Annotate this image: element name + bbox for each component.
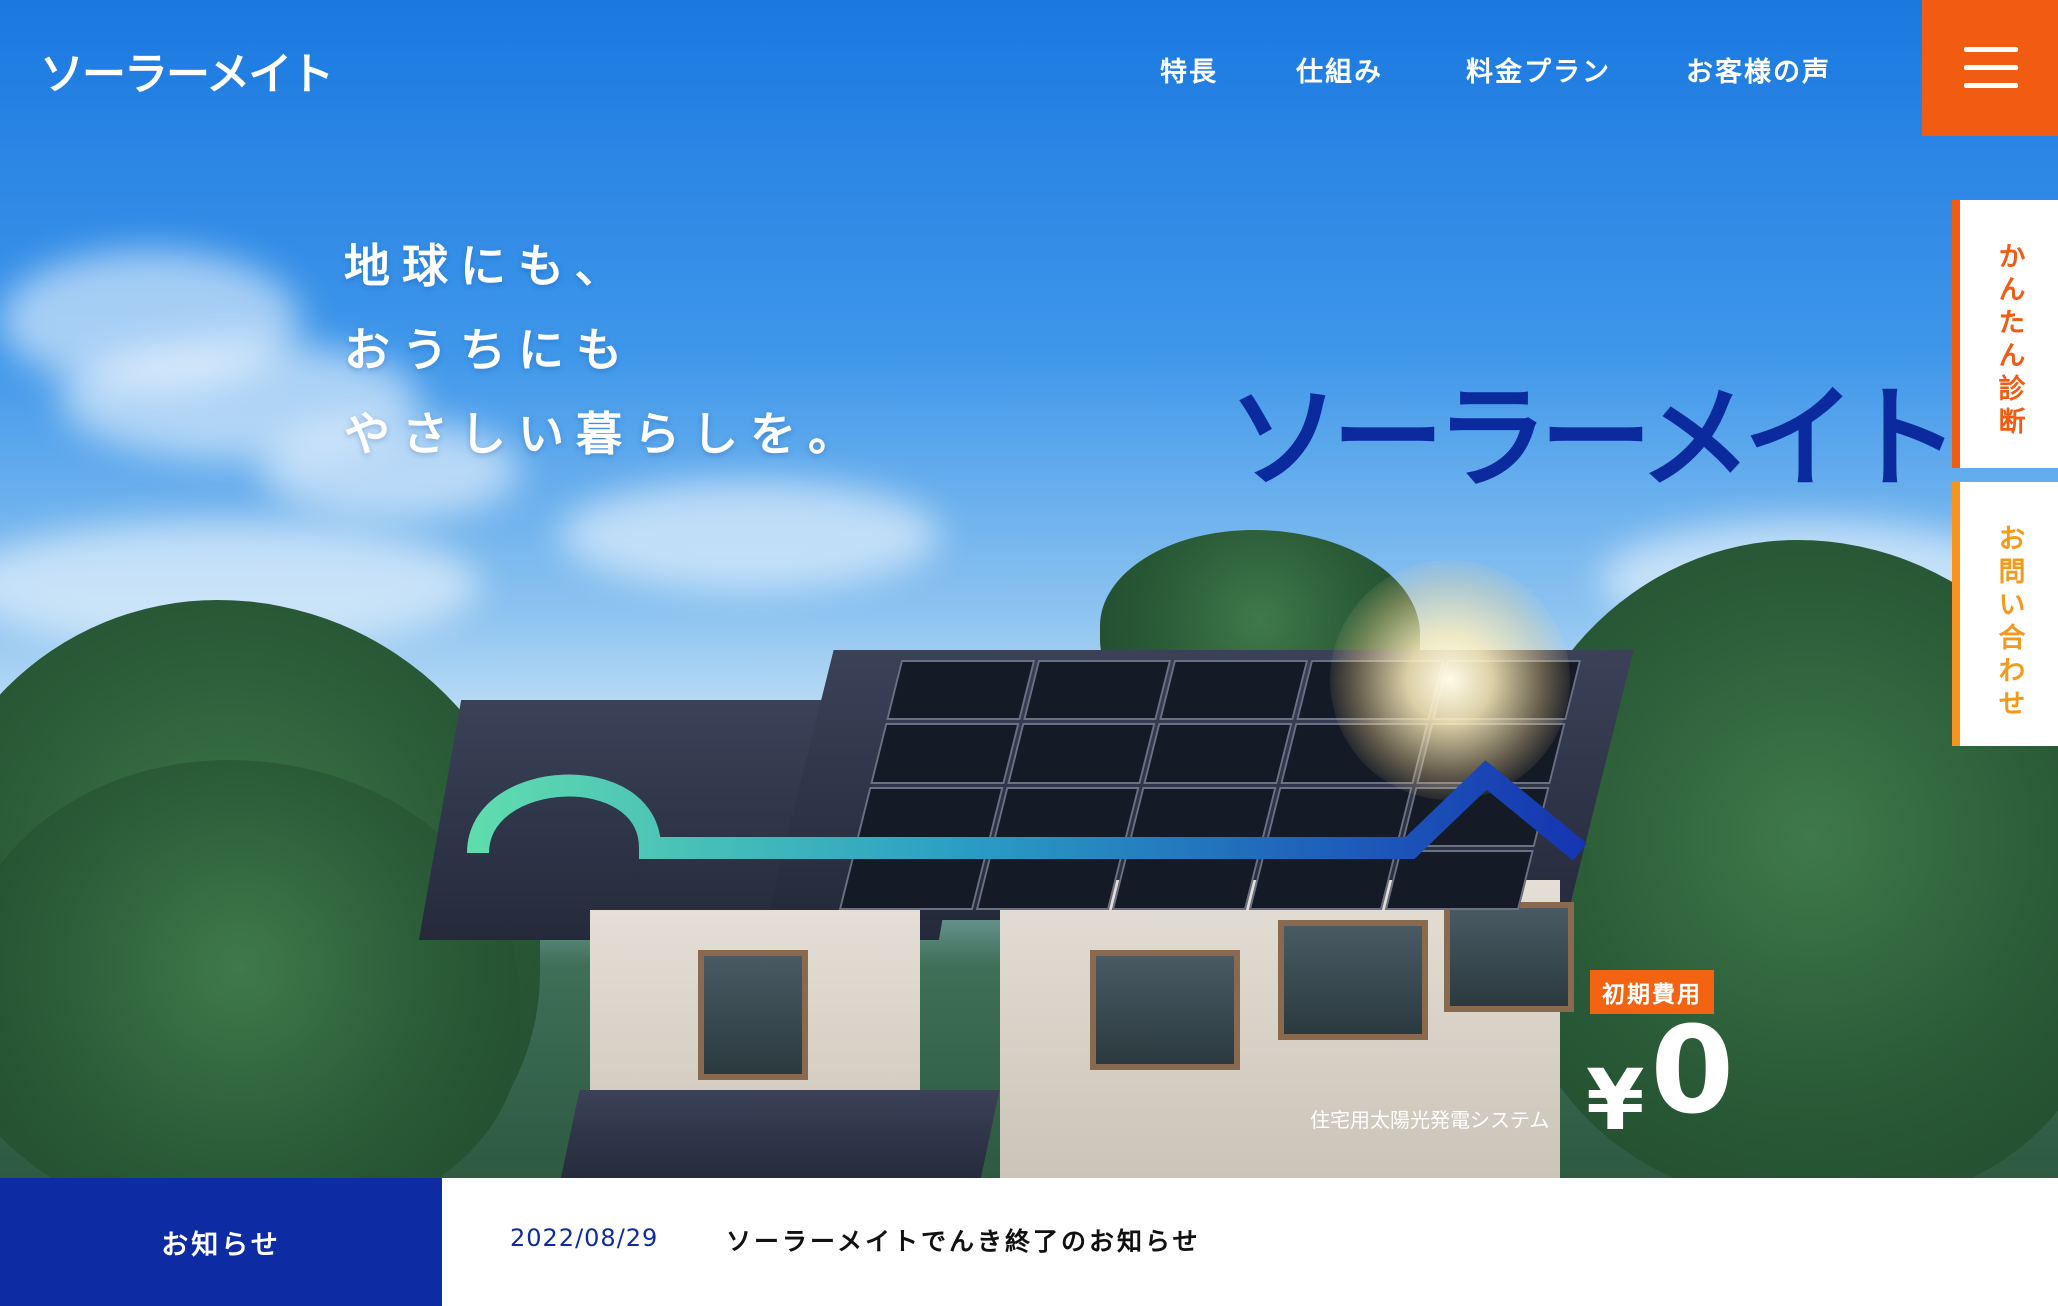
side-tab-contact[interactable]: お問い合わせ bbox=[1952, 482, 2058, 746]
price-display: ¥0 bbox=[1586, 1012, 1734, 1150]
yen-symbol: ¥ bbox=[1586, 1051, 1645, 1149]
headline-line-2: おうちにも bbox=[344, 323, 634, 377]
news-title-link[interactable]: ソーラーメイトでんき終了のお知らせ bbox=[726, 1222, 1201, 1258]
news-label[interactable]: お知らせ bbox=[0, 1178, 442, 1306]
nav-mechanism[interactable]: 仕組み bbox=[1296, 50, 1383, 89]
headline-line-1: 地球にも、 bbox=[344, 239, 633, 293]
price-value: 0 bbox=[1650, 1002, 1734, 1141]
side-tab-diagnosis-label: かんたん診断 bbox=[1993, 242, 2025, 440]
nav-pricing[interactable]: 料金プラン bbox=[1466, 50, 1611, 89]
hero-headline: 地球にも、 おうちにも やさしい暮らしを。 bbox=[344, 224, 866, 476]
news-bar: お知らせ 2022/08/29 ソーラーメイトでんき終了のお知らせ bbox=[0, 1178, 2058, 1306]
system-label: 住宅用太陽光発電システム bbox=[1310, 1108, 1550, 1132]
menu-button[interactable] bbox=[1922, 0, 2058, 136]
headline-line-3: やさしい暮らしを。 bbox=[344, 407, 866, 461]
nav-testimonials[interactable]: お客様の声 bbox=[1686, 50, 1831, 89]
news-date: 2022/08/29 bbox=[510, 1224, 659, 1252]
side-tab-diagnosis[interactable]: かんたん診断 bbox=[1952, 200, 2058, 468]
hero-visual: 地球にも、 おうちにも やさしい暮らしを。 ソーラーメイト 初期費用 ¥0 住宅… bbox=[0, 0, 2058, 1178]
hero-brand-logo: ソーラーメイト bbox=[1228, 374, 1960, 504]
site-logo[interactable]: ソーラーメイト bbox=[40, 38, 334, 102]
side-tab-contact-label: お問い合わせ bbox=[1993, 524, 2025, 722]
nav-features[interactable]: 特長 bbox=[1160, 50, 1218, 89]
decorative-wave-line bbox=[467, 760, 1587, 861]
